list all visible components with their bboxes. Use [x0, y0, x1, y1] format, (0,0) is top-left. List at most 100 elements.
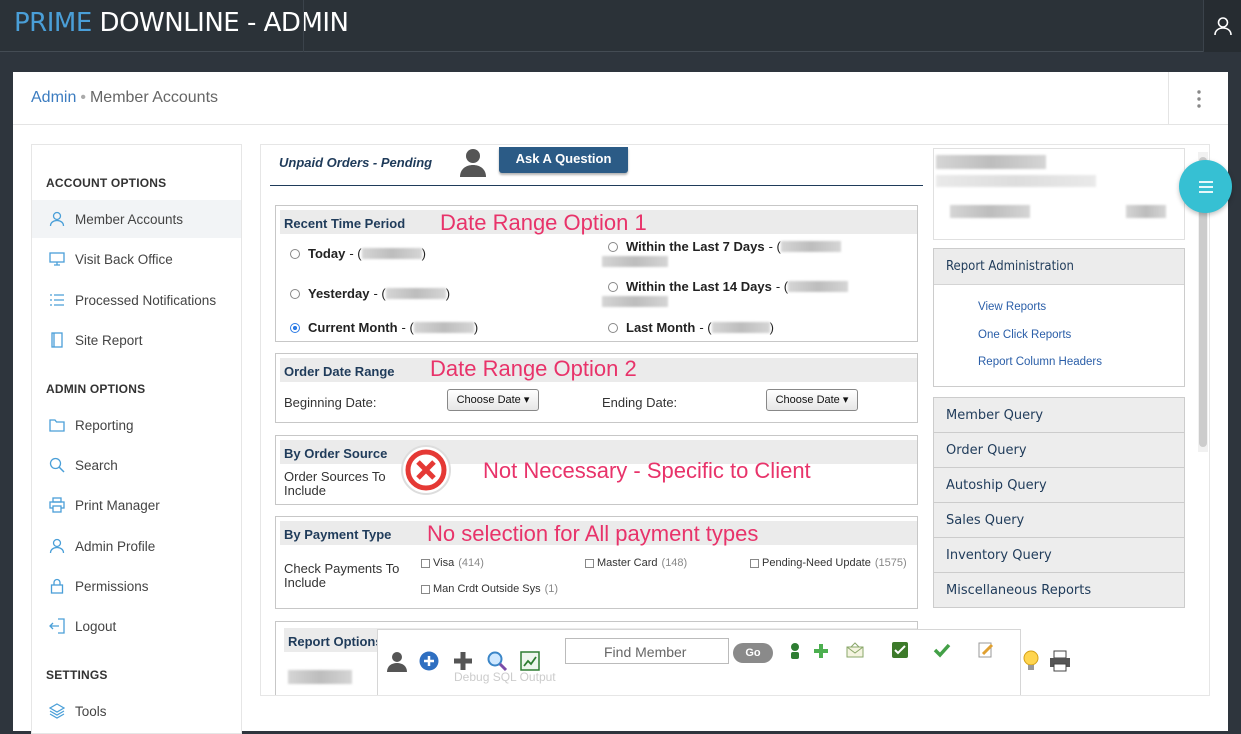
sidebar-item-tools[interactable]: Tools: [32, 692, 241, 730]
recent-time-period-section: Recent Time Period Date Range Option 1 T…: [275, 205, 918, 342]
admin-toolbar: Debug SQL Output Find Member Go: [377, 629, 1021, 695]
person-icon[interactable]: [386, 650, 408, 672]
order-source-section: By Order Source Order Sources To Include…: [275, 435, 918, 505]
sidebar-item-print-manager[interactable]: Print Manager: [32, 486, 241, 524]
radio-last-month[interactable]: Last Month - (): [608, 320, 774, 335]
radio-button[interactable]: [290, 248, 300, 259]
tab-unpaid-orders-pending[interactable]: Unpaid Orders - Pending: [279, 155, 432, 170]
breadcrumb-admin-link[interactable]: Admin: [31, 89, 76, 106]
radio-last-14-days[interactable]: Within the Last 14 Days - (: [608, 279, 849, 294]
sidebar-item-label: Visit Back Office: [75, 251, 173, 267]
envelope-icon[interactable]: [844, 639, 866, 661]
sales-query-button[interactable]: Sales Query: [933, 502, 1185, 538]
user-icon: [1213, 17, 1232, 36]
green-checkbox-icon[interactable]: [889, 639, 911, 661]
sidebar-item-label: Print Manager: [75, 497, 160, 513]
sidebar-item-site-report[interactable]: Site Report: [32, 321, 241, 359]
monitor-icon: [48, 250, 66, 268]
printer-icon[interactable]: [1049, 650, 1071, 672]
sidebar-item-logout[interactable]: Logout: [32, 607, 241, 645]
redacted-value: [950, 205, 1030, 218]
ask-a-question-button[interactable]: Ask A Question: [499, 147, 628, 173]
redacted-value: [1126, 205, 1166, 218]
user-menu-button[interactable]: [1203, 0, 1241, 52]
miscellaneous-reports-button[interactable]: Miscellaneous Reports: [933, 572, 1185, 608]
radio-current-month[interactable]: Current Month - (): [290, 320, 478, 335]
radio-button[interactable]: [608, 322, 618, 333]
hamburger-icon: [1198, 180, 1213, 193]
sidebar-item-visit-back-office[interactable]: Visit Back Office: [32, 240, 241, 278]
order-date-range-section: Order Date Range Date Range Option 2 Beg…: [275, 353, 918, 423]
ending-date-picker[interactable]: Choose Date ▾: [766, 389, 858, 411]
magnifier-icon[interactable]: [486, 650, 508, 672]
debug-sql-output-checkbox[interactable]: Debug SQL Output: [454, 670, 556, 684]
beginning-date-label: Beginning Date:: [284, 395, 377, 410]
redacted-date: [711, 322, 770, 333]
radio-button[interactable]: [290, 288, 300, 299]
green-plus-icon[interactable]: [810, 640, 832, 662]
lightbulb-icon[interactable]: [1020, 650, 1042, 672]
dropdown-arrow-icon: ▾: [523, 394, 530, 406]
view-reports-link[interactable]: View Reports: [978, 301, 1046, 313]
report-column-headers-link[interactable]: Report Column Headers: [978, 356, 1102, 368]
add-circle-icon[interactable]: [418, 650, 440, 672]
breadcrumb-separator: •: [80, 89, 86, 106]
content-card: Admin • Member Accounts ACCOUNT OPTIONS Me…: [13, 72, 1228, 734]
checkmark-icon[interactable]: [931, 639, 953, 661]
redacted-date: [780, 241, 841, 252]
user-icon: [48, 210, 66, 228]
sidebar-item-label: Processed Notifications: [75, 292, 217, 308]
breadcrumb-current: Member Accounts: [89, 89, 219, 106]
radio-last-7-days[interactable]: Within the Last 7 Days - (: [608, 239, 841, 254]
report-administration-heading: Report Administration: [934, 249, 1184, 285]
redacted-value: [288, 670, 352, 684]
sidebar-item-member-accounts[interactable]: Member Accounts: [32, 200, 241, 238]
checkbox-master-card[interactable]: Master Card (148): [585, 557, 687, 569]
radio-today[interactable]: Today - (): [290, 246, 426, 261]
redacted-date: [788, 281, 849, 292]
radio-button[interactable]: [608, 281, 618, 292]
sidebar-item-processed-notifications[interactable]: Processed Notifications: [32, 281, 241, 319]
order-query-button[interactable]: Order Query: [933, 432, 1185, 468]
sidebar-item-search[interactable]: Search: [32, 446, 241, 484]
sidebar-item-label: Reporting: [75, 417, 134, 433]
report-chart-icon[interactable]: [519, 650, 541, 672]
go-button[interactable]: Go: [733, 643, 773, 663]
beginning-date-picker[interactable]: Choose Date ▾: [447, 389, 539, 411]
printer-icon: [48, 496, 66, 514]
inventory-query-button[interactable]: Inventory Query: [933, 537, 1185, 573]
autoship-query-button[interactable]: Autoship Query: [933, 467, 1185, 503]
red-x-icon: [400, 444, 452, 496]
radio-yesterday[interactable]: Yesterday - (): [290, 286, 450, 301]
ending-date-label: Ending Date:: [602, 395, 678, 410]
divider: [303, 0, 304, 52]
plus-icon[interactable]: [452, 650, 474, 672]
sidebar-item-permissions[interactable]: Permissions: [32, 567, 241, 605]
brand-logo[interactable]: PRIME DOWNLINE - ADMIN: [14, 8, 349, 38]
person-silhouette-icon: [457, 147, 489, 177]
sidebar-item-label: Logout: [75, 618, 117, 634]
redacted-value: [936, 155, 1046, 169]
sidebar-item-label: Search: [75, 457, 118, 473]
tab-underline: [270, 185, 923, 186]
member-query-button[interactable]: Member Query: [933, 397, 1185, 433]
find-member-input[interactable]: Find Member: [565, 638, 729, 664]
annotation-date-range-1: Date Range Option 1: [440, 210, 647, 235]
sidebar-item-label: Admin Profile: [75, 538, 156, 554]
green-user-icon[interactable]: [784, 640, 806, 662]
floating-menu-button[interactable]: [1179, 160, 1232, 213]
more-options-button[interactable]: [1168, 72, 1228, 125]
lock-icon: [48, 577, 66, 595]
search-icon: [48, 456, 66, 474]
checkbox-man-crdt-outside-sys[interactable]: Man Crdt Outside Sys (1): [421, 583, 558, 595]
user-icon: [48, 537, 66, 555]
radio-button-selected[interactable]: [290, 322, 300, 333]
one-click-reports-link[interactable]: One Click Reports: [978, 329, 1071, 341]
checkbox-visa[interactable]: Visa (414): [421, 557, 484, 569]
sidebar-item-admin-profile[interactable]: Admin Profile: [32, 527, 241, 565]
edit-note-icon[interactable]: [975, 639, 997, 661]
redacted-date: [413, 322, 474, 333]
radio-button[interactable]: [608, 241, 618, 252]
sidebar-item-reporting[interactable]: Reporting: [32, 406, 241, 444]
checkbox-pending-need-update[interactable]: Pending-Need Update (1575): [750, 557, 907, 569]
